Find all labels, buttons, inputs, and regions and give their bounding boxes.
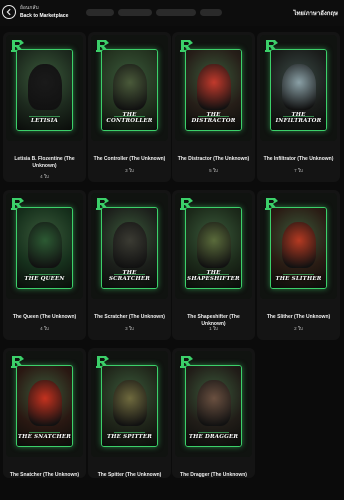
title-divider — [283, 274, 314, 275]
card-art-title: THE SCRATCHER — [108, 270, 151, 282]
card-frame: THE DISTRACTOR — [185, 49, 242, 131]
blurred-text — [86, 9, 114, 16]
card-name: The Slither (The Unknown) — [266, 314, 331, 320]
card-art-title: THE CONTROLLER — [106, 112, 153, 124]
title-divider — [29, 274, 60, 275]
blurred-text — [118, 9, 152, 16]
card-count: 2 ใบ — [294, 326, 303, 331]
top-bar: ย้อนกลับ Back to Marketplace ไทย/ภาษาอัง… — [0, 0, 344, 26]
artwork-creature — [196, 64, 231, 110]
nft-card[interactable]: THE SNATCHER The Snatcher (The Unknown) … — [3, 348, 86, 478]
artwork-creature — [112, 222, 147, 268]
blurred-text — [156, 9, 196, 16]
card-artwork: THE SHAPESHIFTER — [175, 193, 252, 299]
card-name: The Infiltrator (The Unknown) — [263, 156, 334, 162]
card-frame: LETISIA — [16, 49, 73, 131]
card-artwork: THE DRAGGER — [175, 351, 252, 457]
card-frame: THE SLITHER — [270, 207, 327, 289]
language-toggle[interactable]: ไทย/ภาษาอังกฤษ — [293, 8, 338, 18]
card-count: 7 ใบ — [294, 168, 303, 173]
title-divider — [114, 432, 145, 433]
card-name: The Queen (The Unknown) — [12, 314, 77, 320]
card-frame: THE QUEEN — [16, 207, 73, 289]
back-main-label: Back to Marketplace — [20, 13, 69, 19]
card-art-title: THE SLITHER — [275, 276, 322, 282]
card-count: 3 ใบ — [125, 168, 134, 173]
card-name: The Spitter (The Unknown) — [97, 472, 162, 478]
card-artwork: THE SPITTER — [91, 351, 168, 457]
nft-card[interactable]: THE SHAPESHIFTER The Shapeshifter (The U… — [172, 190, 255, 340]
card-art-title: THE DISTRACTOR — [191, 112, 236, 124]
artwork-creature — [281, 222, 316, 268]
card-name: The Snatcher (The Unknown) — [9, 472, 80, 478]
artwork-creature — [112, 64, 147, 110]
card-frame: THE DRAGGER — [185, 365, 242, 447]
artwork-creature — [112, 380, 147, 426]
card-artwork: THE QUEEN — [6, 193, 83, 299]
nft-card[interactable]: THE CONTROLLER The Controller (The Unkno… — [88, 32, 171, 182]
back-arrow-icon[interactable] — [2, 5, 16, 19]
card-artwork: THE CONTROLLER — [91, 35, 168, 141]
card-frame: THE INFILTRATOR — [270, 49, 327, 131]
card-frame: THE SCRATCHER — [101, 207, 158, 289]
card-frame: THE SHAPESHIFTER — [185, 207, 242, 289]
back-small-label: ย้อนกลับ — [20, 5, 39, 11]
card-art-title: THE INFILTRATOR — [275, 112, 322, 124]
nft-card[interactable]: THE SCRATCHER The Scratcher (The Unknown… — [88, 190, 171, 340]
card-frame: THE SPITTER — [101, 365, 158, 447]
card-name: The Controller (The Unknown) — [93, 156, 166, 162]
card-art-title: LETISIA — [31, 118, 58, 124]
nft-card[interactable]: THE SPITTER The Spitter (The Unknown) 2 … — [88, 348, 171, 478]
artwork-creature — [27, 380, 62, 426]
card-artwork: LETISIA — [6, 35, 83, 141]
card-art-title: THE DRAGGER — [188, 434, 239, 440]
card-name: The Dragger (The Unknown) — [180, 472, 247, 478]
artwork-creature — [27, 222, 62, 268]
title-divider — [198, 432, 229, 433]
artwork-creature — [196, 222, 231, 268]
card-name: The Scratcher (The Unknown) — [94, 314, 165, 320]
nft-card[interactable]: THE INFILTRATOR The Infiltrator (The Unk… — [257, 32, 340, 182]
card-frame: THE CONTROLLER — [101, 49, 158, 131]
card-count: 1 ใบ — [209, 326, 218, 331]
blurred-text — [200, 9, 222, 16]
card-count: 4 ใบ — [40, 174, 49, 179]
title-divider — [29, 116, 60, 117]
nft-card[interactable]: THE QUEEN The Queen (The Unknown) 4 ใบ — [3, 190, 86, 340]
nft-card[interactable]: THE SLITHER The Slither (The Unknown) 2 … — [257, 190, 340, 340]
card-count: 3 ใบ — [125, 326, 134, 331]
card-artwork: THE DISTRACTOR — [175, 35, 252, 141]
card-count: 4 ใบ — [40, 326, 49, 331]
card-name: The Distractor (The Unknown) — [177, 156, 250, 162]
card-artwork: THE SLITHER — [260, 193, 337, 299]
artwork-creature — [281, 64, 316, 110]
back-to-marketplace-link[interactable]: ย้อนกลับ Back to Marketplace — [20, 5, 68, 20]
card-art-title: THE SPITTER — [106, 434, 153, 440]
card-frame: THE SNATCHER — [16, 365, 73, 447]
card-art-title: THE QUEEN — [24, 276, 65, 282]
artwork-creature — [27, 64, 62, 110]
nft-card[interactable]: LETISIA Letisia B. Flozentine (The Unkno… — [3, 32, 86, 182]
artwork-creature — [196, 380, 231, 426]
title-divider — [29, 432, 60, 433]
card-art-title: THE SNATCHER — [17, 434, 72, 440]
card-artwork: THE SCRATCHER — [91, 193, 168, 299]
nft-card[interactable]: THE DISTRACTOR The Distractor (The Unkno… — [172, 32, 255, 182]
nft-card[interactable]: THE DRAGGER The Dragger (The Unknown) 4 … — [172, 348, 255, 478]
card-name: Letisia B. Flozentine (The Unknown) — [14, 156, 75, 169]
card-artwork: THE SNATCHER — [6, 351, 83, 457]
card-art-title: THE SHAPESHIFTER — [187, 270, 240, 282]
card-artwork: THE INFILTRATOR — [260, 35, 337, 141]
card-count: 5 ใบ — [209, 168, 218, 173]
